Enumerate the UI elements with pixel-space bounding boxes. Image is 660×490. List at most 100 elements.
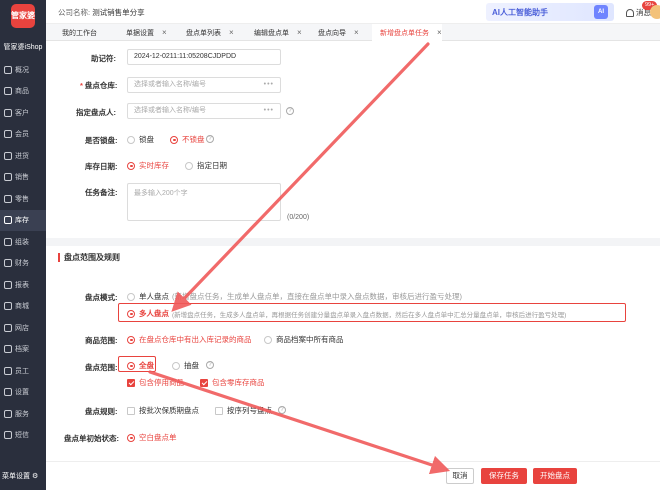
doc-no-value: 2024-12-0211:11:05208CJDPDD: [134, 53, 237, 60]
sidebar-item[interactable]: 设置: [0, 382, 46, 403]
sidebar-item[interactable]: 进货: [0, 145, 46, 166]
warehouse-label: * 盘点仓库:: [80, 81, 118, 90]
sidebar-item[interactable]: 商品: [0, 81, 46, 102]
goods-range-all-radio[interactable]: 商品档案中所有商品: [264, 334, 344, 345]
sidebar-item[interactable]: 短信: [0, 425, 46, 446]
sidebar-item[interactable]: 销售: [0, 167, 46, 188]
sidebar-item[interactable]: 财务: [0, 253, 46, 274]
batch-rule-checkbox[interactable]: 按批次保质期盘点: [127, 405, 199, 416]
tab-label: 盘点向导: [318, 29, 346, 37]
help-icon[interactable]: ?: [286, 107, 294, 115]
close-icon[interactable]: ×: [162, 28, 167, 37]
inventory-icon: [4, 216, 12, 224]
sample-count-radio[interactable]: 抽盘: [172, 360, 199, 371]
menu-settings-button[interactable]: 菜单设置 ⚙: [0, 466, 46, 486]
sidebar-item[interactable]: 员工: [0, 360, 46, 381]
stock-date-label: 库存日期:: [85, 162, 118, 171]
more-icon: •••: [263, 81, 274, 88]
sidebar-item[interactable]: 会员: [0, 124, 46, 145]
tab[interactable]: 盘点单列表 ×: [178, 24, 234, 41]
full-count-radio[interactable]: 全盘: [127, 360, 154, 371]
sidebar-item-label: 客户: [15, 109, 29, 117]
specified-date-radio[interactable]: 指定日期: [185, 160, 227, 171]
tab[interactable]: 盘点向导 ×: [310, 24, 359, 41]
sidebar-item[interactable]: 报表: [0, 274, 46, 295]
goods-range-label: 商品范围:: [85, 336, 118, 345]
service-icon: [4, 409, 12, 418]
remark-char-count: (0/200): [287, 214, 310, 221]
messages-button[interactable]: 消息 99+: [626, 1, 658, 18]
multi-count-radio[interactable]: 多人盘点 (新增盘点任务，生成多人盘点单，再根据任务创建分量盘点单录入盘点数据，然…: [127, 308, 566, 319]
save-task-button[interactable]: 保存任务: [481, 468, 527, 484]
help-icon[interactable]: ?: [206, 135, 214, 143]
assembly-icon: [4, 237, 12, 246]
overview-icon: [4, 65, 12, 74]
sidebar-item-label: 商城: [15, 303, 29, 310]
tab-label: 单据设置: [126, 29, 154, 37]
sidebar-item[interactable]: 网店: [0, 317, 46, 338]
sidebar-item[interactable]: 概况: [0, 59, 46, 80]
sidebar-item[interactable]: 库存: [0, 209, 46, 231]
help-icon[interactable]: ?: [278, 406, 286, 414]
person-select[interactable]: 选择或者输入名称/编号 •••: [127, 103, 281, 119]
start-count-button[interactable]: 开始盘点: [533, 468, 577, 484]
close-icon[interactable]: ×: [437, 28, 442, 37]
tab[interactable]: 新增盘点单任务 ×: [372, 24, 442, 41]
tab-label: 我的工作台: [62, 29, 97, 37]
sidebar-item[interactable]: 服务: [0, 403, 46, 424]
ai-assistant-label: AI人工智能助手: [492, 7, 548, 17]
sidebar-item-label: 员工: [15, 367, 29, 375]
doc-no-label: 助记符:: [91, 54, 116, 63]
lock-radio[interactable]: 锁盘: [127, 134, 154, 145]
include-disabled-checkbox[interactable]: 包含停用商品: [127, 377, 184, 388]
sidebar-item-label: 设置: [15, 389, 29, 396]
sidebar-item-label: 销售: [15, 174, 29, 181]
sidebar-item-label: 概况: [15, 66, 29, 74]
sidebar-item-label: 档案: [15, 346, 29, 353]
include-zero-stock-checkbox[interactable]: 包含零库存商品: [200, 377, 265, 388]
serial-rule-checkbox[interactable]: 按序列号盘点: [215, 405, 272, 416]
sidebar-item[interactable]: 组装: [0, 231, 46, 252]
tab[interactable]: 编辑盘点单 ×: [246, 24, 302, 41]
retail-icon: [4, 194, 12, 203]
person-placeholder: 选择或者输入名称/编号: [134, 107, 206, 114]
sidebar-item-label: 服务: [15, 410, 29, 418]
tab[interactable]: 我的工作台: [54, 24, 97, 41]
close-icon[interactable]: ×: [297, 28, 302, 37]
no-lock-radio[interactable]: 不锁盘: [170, 134, 205, 145]
doc-no-input[interactable]: 2024-12-0211:11:05208CJDPDD: [127, 49, 281, 65]
sidebar-item-label: 组装: [15, 238, 29, 246]
report-icon: [4, 280, 12, 289]
more-icon: •••: [263, 107, 274, 114]
sidebar-item-label: 库存: [15, 217, 29, 224]
blank-sheet-radio[interactable]: 空白盘点单: [127, 432, 177, 443]
logo-text: 管家婆iShop: [3, 44, 43, 51]
tab[interactable]: 单据设置 ×: [118, 24, 167, 41]
cancel-button[interactable]: 取消: [446, 468, 474, 484]
single-count-radio[interactable]: 单人盘点 (新增盘点任务，生成单人盘点单，直接在盘点单中录入盘点数据，审核后进行盈…: [127, 291, 462, 302]
sidebar-item-label: 财务: [15, 260, 29, 267]
sidebar-item[interactable]: 零售: [0, 188, 46, 209]
help-icon[interactable]: ?: [206, 361, 214, 369]
sidebar-item[interactable]: 客户: [0, 102, 46, 123]
goods-range-stock-radio[interactable]: 在盘点仓库中有出入库记录的商品: [127, 334, 252, 345]
ai-robot-icon: AI: [594, 5, 608, 19]
realtime-stock-radio[interactable]: 实时库存: [127, 160, 169, 171]
arrow-to-start-button: [148, 370, 451, 475]
init-status-label: 盘点单初始状态:: [64, 434, 119, 443]
sms-icon: [4, 431, 12, 439]
remark-label: 任务备注:: [85, 188, 118, 197]
mall-icon: [4, 302, 12, 310]
ai-assistant-button[interactable]: AI人工智能助手 AI: [486, 3, 614, 21]
logo-mark: 管家婆: [11, 4, 35, 28]
sidebar: 管家婆 管家婆iShop 概况商品客户会员 进货销售零售库存组装财务报表商城网店档…: [0, 0, 46, 490]
scope-label: 盘点范围:: [85, 363, 118, 372]
sidebar-item[interactable]: 商城: [0, 296, 46, 317]
close-icon[interactable]: ×: [229, 28, 234, 37]
remark-textarea[interactable]: 最多输入200个字: [127, 183, 281, 221]
warehouse-select[interactable]: 选择或者输入名称/编号 •••: [127, 77, 281, 93]
avatar[interactable]: [650, 5, 660, 19]
close-icon[interactable]: ×: [354, 28, 359, 37]
sidebar-item[interactable]: 档案: [0, 339, 46, 360]
staff-icon: [4, 366, 12, 375]
